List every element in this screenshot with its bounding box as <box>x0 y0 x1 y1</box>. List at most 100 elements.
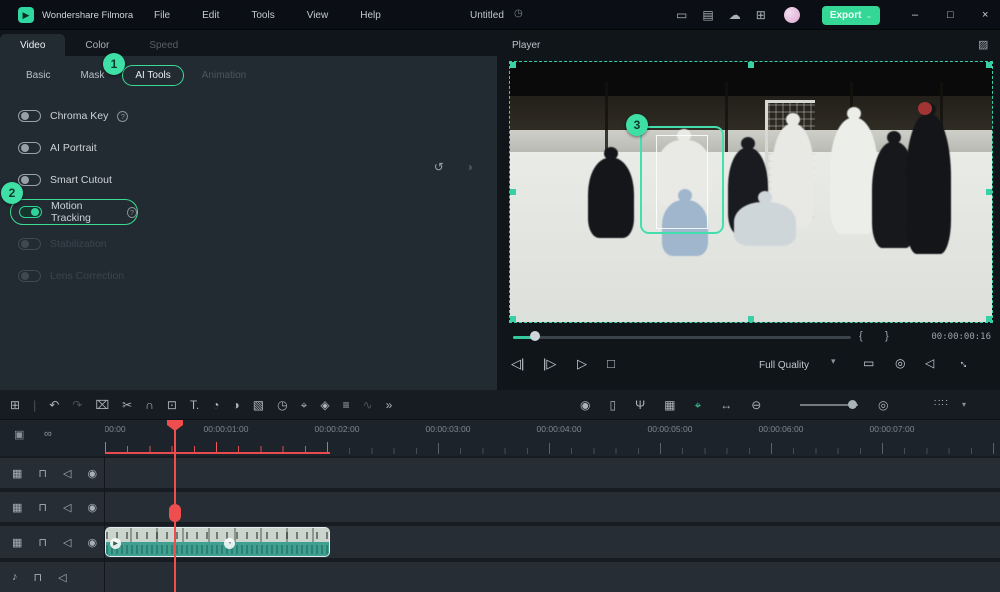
menu-help[interactable]: Help <box>346 10 395 21</box>
subtab-animation[interactable]: Animation <box>190 66 258 85</box>
playback-scrubber[interactable] <box>513 336 851 339</box>
clip-effect-badge[interactable]: ◔ <box>224 538 235 549</box>
tracking-icon[interactable]: ⌖ <box>301 399 308 411</box>
voiceover-mic-icon[interactable]: Ψ <box>635 399 645 411</box>
timer-icon[interactable]: ◷ <box>277 399 287 411</box>
video-clip[interactable]: ▶ ◔ <box>105 527 330 557</box>
compare-icon[interactable]: ◑ <box>466 160 473 174</box>
track-manager-caret-icon[interactable]: ▾ <box>962 400 966 409</box>
selection-handle[interactable] <box>510 316 516 322</box>
color-palette-icon[interactable]: ◑ <box>232 399 239 411</box>
menu-edit[interactable]: Edit <box>188 10 233 21</box>
video-track-icon[interactable]: ▦ <box>12 536 22 549</box>
toggle-switch[interactable] <box>18 238 41 250</box>
split-icon[interactable]: ✂ <box>122 399 132 411</box>
menu-file[interactable]: File <box>140 10 184 21</box>
help-icon[interactable]: ? <box>117 111 128 122</box>
toggle-switch[interactable] <box>19 206 42 218</box>
selection-handle[interactable] <box>986 62 992 68</box>
audio-track-icon[interactable]: ♪ <box>12 571 18 583</box>
quality-caret-icon[interactable]: ▾ <box>831 356 836 367</box>
next-frame-button[interactable]: |▷ <box>543 356 556 372</box>
cloud-upload-icon[interactable]: ☁ <box>729 9 741 21</box>
mark-range-icon[interactable]: ↔ <box>720 399 732 411</box>
playhead-grip[interactable] <box>169 504 181 522</box>
selection-handle[interactable] <box>986 316 992 322</box>
export-button[interactable]: Export ⌄ <box>822 6 880 25</box>
selection-handle[interactable] <box>748 316 754 322</box>
eye-icon[interactable]: ◉ <box>87 467 97 480</box>
zoom-fit-icon[interactable]: ◎ <box>878 399 888 411</box>
timeline-zoom-handle[interactable] <box>848 400 857 409</box>
track-row-1[interactable]: ▦⊓◁◉ <box>0 458 1000 488</box>
motion-tracking-box[interactable] <box>640 126 724 234</box>
avatar[interactable] <box>784 7 800 23</box>
keyboard-shortcut-icon[interactable]: ⊞ <box>756 9 766 21</box>
mute-icon[interactable]: ◁ <box>63 501 71 514</box>
undo-icon[interactable]: ↶ <box>49 399 59 411</box>
zoom-out-icon[interactable]: ⊖ <box>751 399 761 411</box>
render-preview-icon[interactable]: ◉ <box>580 399 590 411</box>
lock-icon[interactable]: ⊓ <box>38 536 47 549</box>
tab-speed[interactable]: Speed <box>129 34 198 56</box>
snapshot-icon[interactable]: ◎ <box>895 356 905 370</box>
track-manager-icon[interactable]: ∷∷ <box>934 398 949 409</box>
toolbar-divider[interactable]: | <box>33 399 36 411</box>
toggle-switch[interactable] <box>18 174 41 186</box>
menu-tools[interactable]: Tools <box>237 10 288 21</box>
fullscreen-icon[interactable]: ↔ <box>956 354 974 372</box>
workspace-layout-icon[interactable]: ▭ <box>676 9 687 21</box>
link-clips-icon[interactable]: ∞ <box>44 428 52 440</box>
mute-icon[interactable]: ◁ <box>63 536 71 549</box>
media-library-icon[interactable]: ⊞ <box>10 399 20 411</box>
text-tool-icon[interactable]: T. <box>190 399 199 411</box>
lock-icon[interactable]: ⊓ <box>34 571 43 584</box>
video-preview[interactable]: 3 <box>510 62 992 322</box>
lock-icon[interactable]: ⊓ <box>38 501 47 514</box>
selection-handle[interactable] <box>986 189 992 195</box>
maximize-button[interactable]: □ <box>947 9 954 21</box>
manage-tracks-icon[interactable]: ▣ <box>14 428 24 441</box>
mask-tool-icon[interactable]: ▧ <box>253 399 264 411</box>
eye-icon[interactable]: ◉ <box>87 536 97 549</box>
close-button[interactable]: × <box>982 9 988 21</box>
screen-record-icon[interactable]: ▦ <box>664 399 675 411</box>
toggle-switch[interactable] <box>18 270 41 282</box>
phone-export-icon[interactable]: ▯ <box>609 399 616 411</box>
selection-handle[interactable] <box>510 62 516 68</box>
crop-icon[interactable]: ⊡ <box>167 399 177 411</box>
speed-icon[interactable]: ◔ <box>212 399 219 411</box>
scrubber-handle[interactable] <box>530 331 540 341</box>
track-row-2[interactable]: ▦ ⊓ ◁ ◉ <box>0 492 1000 522</box>
mute-icon[interactable]: ◁ <box>63 467 71 480</box>
player-media-icon[interactable]: ▨ <box>978 38 988 51</box>
stop-button[interactable]: □ <box>607 356 615 371</box>
adjust-icon[interactable]: ≡ <box>343 399 350 411</box>
toggle-switch[interactable] <box>18 110 41 122</box>
minimize-button[interactable]: – <box>912 9 918 21</box>
play-button[interactable]: ▷ <box>577 356 587 372</box>
toggle-switch[interactable] <box>18 142 41 154</box>
display-device-icon[interactable]: ▭ <box>863 356 874 370</box>
help-icon[interactable]: ? <box>127 207 137 218</box>
audio-stretch-icon[interactable]: ∿ <box>363 399 373 411</box>
save-icon[interactable]: ▤ <box>702 9 713 21</box>
menu-view[interactable]: View <box>293 10 343 21</box>
more-tools-icon[interactable]: » <box>386 399 393 411</box>
keyframe-icon[interactable]: ◈ <box>320 399 329 411</box>
reset-effect-icon[interactable]: ↺ <box>434 160 444 174</box>
video-track-icon[interactable]: ▦ <box>12 501 22 514</box>
clip-play-badge[interactable]: ▶ <box>110 538 121 549</box>
subtab-ai-tools[interactable]: AI Tools <box>122 65 183 86</box>
audio-track-row[interactable]: ♪⊓◁ <box>0 562 1000 592</box>
mark-out-icon[interactable]: } <box>885 330 889 342</box>
tab-video[interactable]: Video <box>0 34 65 56</box>
lock-icon[interactable]: ⊓ <box>38 467 47 480</box>
magnet-icon[interactable]: ∩ <box>145 399 154 411</box>
timeline-ruler[interactable]: ▣ ∞ 00:0000:00:01:0000:00:02:0000:00:03:… <box>0 420 1000 456</box>
project-history-icon[interactable]: ◷ <box>514 9 523 19</box>
previous-frame-button[interactable]: ◁| <box>511 356 524 372</box>
motion-track-active-icon[interactable]: ⌖ <box>694 399 701 411</box>
eye-icon[interactable]: ◉ <box>87 501 97 514</box>
selection-handle[interactable] <box>748 62 754 68</box>
